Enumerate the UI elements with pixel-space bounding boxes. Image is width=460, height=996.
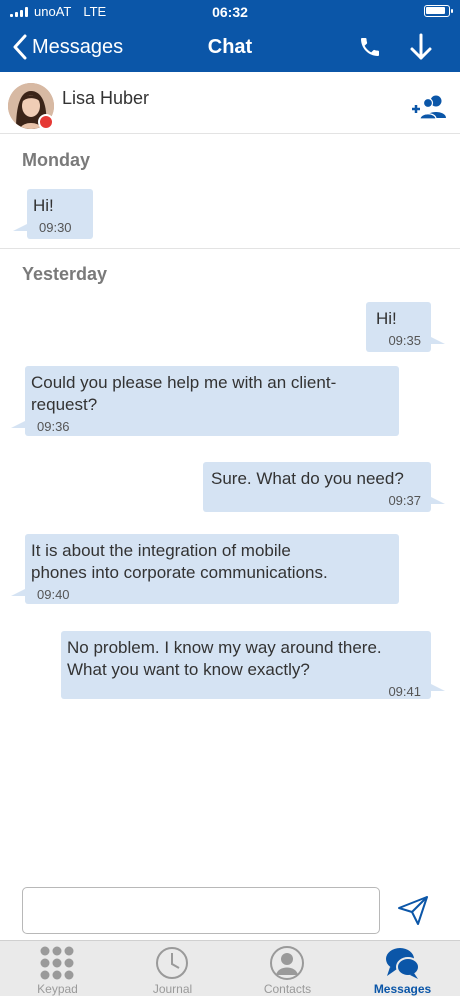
message-time: 09:37 xyxy=(388,493,421,508)
contact-header[interactable]: Lisa Huber xyxy=(0,72,460,134)
tab-messages[interactable]: Messages xyxy=(345,941,460,996)
message-text: Hi! xyxy=(376,309,397,328)
contact-name: Lisa Huber xyxy=(62,88,150,108)
clock-icon xyxy=(156,947,188,979)
message-incoming[interactable]: It is about the integration of mobile ph… xyxy=(11,534,399,604)
status-bar: unoAT LTE 06:32 xyxy=(0,0,460,24)
tab-bar: Keypad Journal Contacts Messages xyxy=(0,940,460,996)
tab-label: Messages xyxy=(373,982,432,996)
message-incoming[interactable]: Hi! 09:30 xyxy=(13,189,93,239)
tab-label: Journal xyxy=(152,982,193,996)
tab-label: Contacts xyxy=(263,982,312,996)
status-time: 06:32 xyxy=(212,4,248,20)
message-time: 09:40 xyxy=(37,587,70,602)
phone-icon[interactable] xyxy=(358,34,382,60)
message-text: Could you please help me with an client-… xyxy=(31,373,337,414)
back-button[interactable]: Messages xyxy=(12,34,123,60)
keypad-icon xyxy=(40,946,74,980)
arrow-down-icon[interactable] xyxy=(408,32,434,62)
nav-bar: Messages Chat xyxy=(0,24,460,72)
back-label: Messages xyxy=(32,35,124,58)
person-icon xyxy=(270,946,304,980)
message-text: Hi! xyxy=(33,196,54,215)
tab-label: Keypad xyxy=(37,982,78,996)
message-time: 09:41 xyxy=(388,684,421,699)
message-text: No problem. I know my way around there. … xyxy=(67,638,382,679)
presence-indicator xyxy=(38,114,54,130)
message-input[interactable] xyxy=(22,887,380,934)
message-time: 09:30 xyxy=(39,220,72,235)
add-participant-icon[interactable] xyxy=(410,94,446,120)
day-label: Yesterday xyxy=(22,264,108,284)
send-icon[interactable] xyxy=(396,894,430,926)
message-outgoing[interactable]: Sure. What do you need? 09:37 xyxy=(203,462,445,512)
chat-bubbles-icon xyxy=(386,948,420,979)
message-incoming[interactable]: Could you please help me with an client-… xyxy=(11,366,399,436)
battery-icon xyxy=(424,5,453,17)
tab-keypad[interactable]: Keypad xyxy=(0,941,115,996)
message-text: Sure. What do you need? xyxy=(211,469,404,488)
day-label: Monday xyxy=(22,150,91,170)
app-header: unoAT LTE 06:32 Messages Chat xyxy=(0,0,460,72)
chevron-left-icon xyxy=(13,34,27,60)
message-outgoing[interactable]: No problem. I know my way around there. … xyxy=(61,631,445,699)
message-outgoing[interactable]: Hi! 09:35 xyxy=(366,302,445,352)
message-time: 09:36 xyxy=(37,419,70,434)
tab-contacts[interactable]: Contacts xyxy=(230,941,345,996)
message-time: 09:35 xyxy=(388,333,421,348)
tab-journal[interactable]: Journal xyxy=(115,941,230,996)
message-text: It is about the integration of mobile ph… xyxy=(31,541,328,582)
